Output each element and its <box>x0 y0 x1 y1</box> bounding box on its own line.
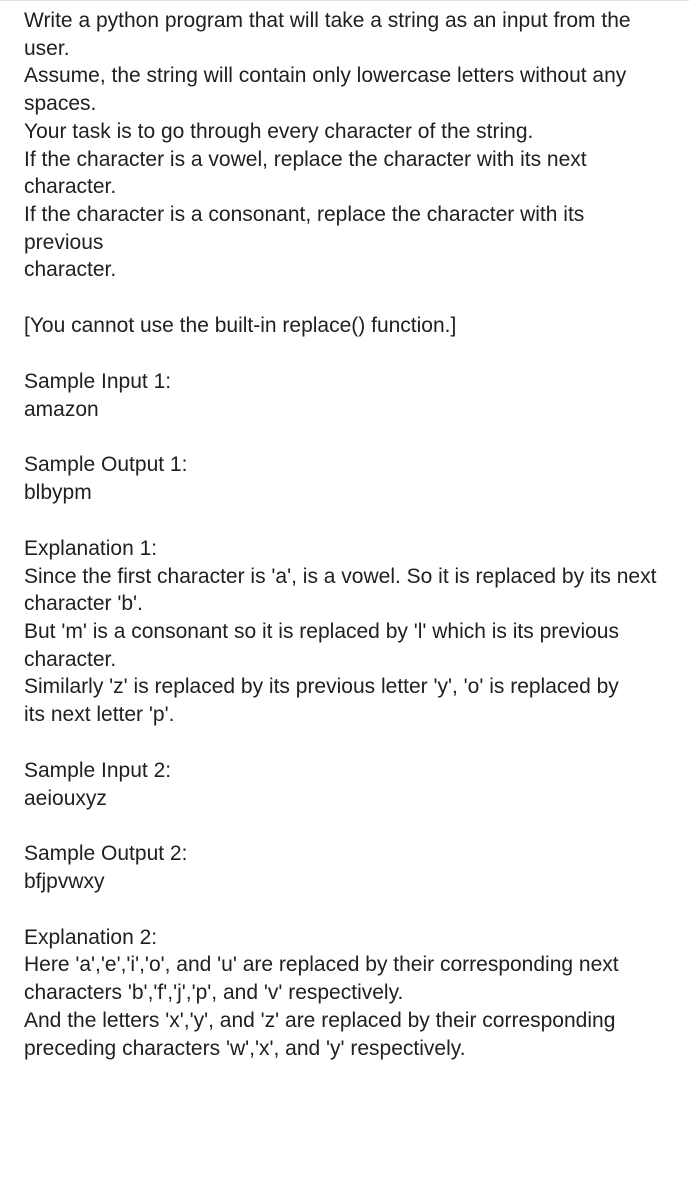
sample-input-2: Sample Input 2: aeiouxyz <box>24 757 665 812</box>
text-line: And the letters 'x','y', and 'z' are rep… <box>24 1007 665 1035</box>
sample-value: bfjpvwxy <box>24 868 665 896</box>
sample-label: Sample Input 1: <box>24 368 665 396</box>
intro-paragraph: Write a python program that will take a … <box>24 7 665 284</box>
text-line: If the character is a vowel, replace the… <box>24 146 665 201</box>
sample-label: Sample Input 2: <box>24 757 665 785</box>
explanation-2: Explanation 2: Here 'a','e','i','o', and… <box>24 924 665 1063</box>
text-line: character. <box>24 646 665 674</box>
explanation-title: Explanation 1: <box>24 535 665 563</box>
text-line: its next letter 'p'. <box>24 701 665 729</box>
text-line: character. <box>24 256 665 284</box>
constraint-note: [You cannot use the built-in replace() f… <box>24 312 665 340</box>
text-line: Assume, the string will contain only low… <box>24 62 665 117</box>
text-line: preceding characters 'w','x', and 'y' re… <box>24 1035 665 1063</box>
sample-label: Sample Output 1: <box>24 451 665 479</box>
text-line: If the character is a consonant, replace… <box>24 201 665 256</box>
text-line: [You cannot use the built-in replace() f… <box>24 312 665 340</box>
text-line: character 'b'. <box>24 590 665 618</box>
sample-label: Sample Output 2: <box>24 840 665 868</box>
text-line: But 'm' is a consonant so it is replaced… <box>24 618 665 646</box>
text-line: Your task is to go through every charact… <box>24 118 665 146</box>
text-line: characters 'b','f','j','p', and 'v' resp… <box>24 979 665 1007</box>
document-body: Write a python program that will take a … <box>0 1 689 1062</box>
explanation-title: Explanation 2: <box>24 924 665 952</box>
text-line: Write a python program that will take a … <box>24 7 665 62</box>
text-line: Since the first character is 'a', is a v… <box>24 563 665 591</box>
sample-value: amazon <box>24 396 665 424</box>
text-line: Similarly 'z' is replaced by its previou… <box>24 673 665 701</box>
sample-value: blbypm <box>24 479 665 507</box>
sample-value: aeiouxyz <box>24 785 665 813</box>
sample-input-1: Sample Input 1: amazon <box>24 368 665 423</box>
text-line: Here 'a','e','i','o', and 'u' are replac… <box>24 951 665 979</box>
sample-output-2: Sample Output 2: bfjpvwxy <box>24 840 665 895</box>
explanation-1: Explanation 1: Since the first character… <box>24 535 665 729</box>
sample-output-1: Sample Output 1: blbypm <box>24 451 665 506</box>
